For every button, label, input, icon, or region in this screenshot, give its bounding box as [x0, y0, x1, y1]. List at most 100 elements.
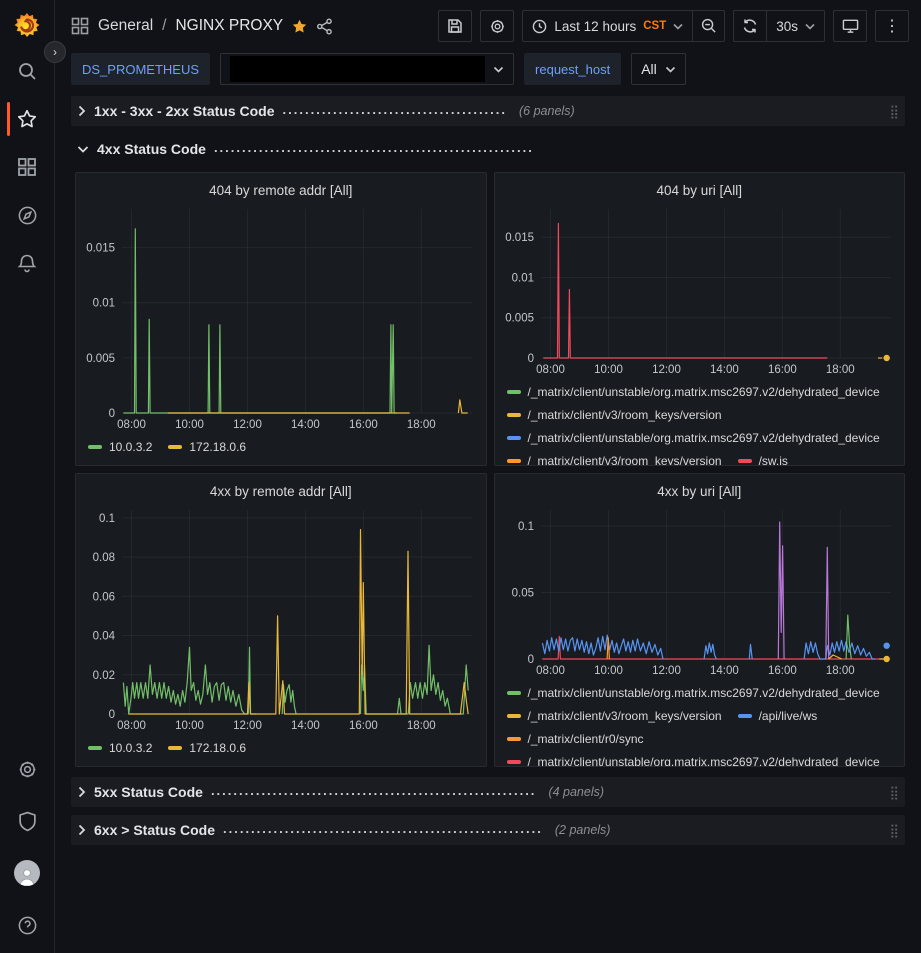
legend-item[interactable]: 172.18.0.6 [168, 437, 246, 457]
variable-label-request-host: request_host [524, 53, 621, 85]
sidebar-item-starred[interactable] [0, 95, 55, 143]
favorite-star-button[interactable] [291, 18, 308, 35]
timezone-label: CST [643, 20, 666, 32]
timeseries-plot[interactable]: 08:0010:0012:0014:0016:0018:0000.0050.01… [76, 201, 486, 434]
svg-text:0.06: 0.06 [93, 591, 115, 603]
search-icon [17, 61, 38, 82]
svg-text:0.05: 0.05 [511, 587, 533, 599]
svg-text:0.1: 0.1 [99, 513, 115, 525]
svg-text:0: 0 [109, 408, 115, 420]
row-6xx[interactable]: 6xx > Status Code ......................… [71, 815, 905, 845]
chevron-right-icon [77, 105, 86, 117]
sidebar-item-search[interactable] [0, 47, 55, 95]
row-drag-handle[interactable]: ⣿ [889, 786, 899, 799]
row-5xx[interactable]: 5xx Status Code ........................… [71, 777, 905, 807]
refresh-button[interactable] [734, 11, 766, 41]
svg-text:16:00: 16:00 [767, 364, 796, 376]
breadcrumb-section[interactable]: General [98, 17, 153, 35]
sidebar-item-configuration[interactable] [0, 745, 55, 793]
row-panel-count: (6 panels) [519, 104, 575, 118]
more-options-button[interactable]: ⋮ [876, 11, 908, 41]
time-range-label: Last 12 hours [554, 19, 636, 34]
dashboards-icon [17, 157, 37, 177]
star-icon [16, 108, 38, 130]
variable-select-request-host[interactable]: All [631, 53, 686, 85]
legend-swatch [88, 445, 102, 449]
legend-label: /_matrix/client/r0/sync [528, 729, 644, 749]
legend-swatch [507, 691, 521, 695]
legend-label: /_matrix/client/v3/room_keys/version [528, 405, 722, 425]
timeseries-plot[interactable]: 08:0010:0012:0014:0016:0018:0000.020.040… [76, 502, 486, 735]
legend-swatch [507, 390, 521, 394]
sidebar-item-dashboards[interactable] [0, 143, 55, 191]
legend-item[interactable]: 10.0.3.2 [88, 738, 152, 758]
row-4xx[interactable]: 4xx Status Code ........................… [71, 134, 905, 164]
legend-item[interactable]: /_matrix/client/unstable/org.matrix.msc2… [507, 683, 880, 703]
compass-icon [17, 205, 38, 226]
legend-item[interactable]: /_matrix/client/unstable/org.matrix.msc2… [507, 428, 880, 448]
panel-title[interactable]: 404 by uri [All] [495, 173, 905, 201]
legend-swatch [507, 714, 521, 718]
panel-legend: 10.0.3.2 172.18.0.6 [76, 735, 486, 766]
grafana-logo[interactable] [12, 11, 42, 41]
breadcrumb-divider: / [162, 17, 166, 35]
bell-icon [17, 253, 37, 274]
avatar [14, 860, 40, 886]
legend-item[interactable]: /sw.js [738, 451, 788, 466]
gear-icon [489, 18, 506, 35]
legend-label: /_matrix/client/unstable/org.matrix.msc2… [528, 683, 880, 703]
legend-item[interactable]: /_matrix/client/unstable/org.matrix.msc2… [507, 382, 880, 402]
panel-title[interactable]: 404 by remote addr [All] [76, 173, 486, 201]
svg-text:0.005: 0.005 [505, 313, 534, 325]
sidebar-item-alerting[interactable] [0, 239, 55, 287]
legend-item[interactable]: /api/live/ws [738, 706, 818, 726]
legend-item[interactable]: 10.0.3.2 [88, 437, 152, 457]
sidebar-item-explore[interactable] [0, 191, 55, 239]
svg-text:12:00: 12:00 [233, 720, 262, 732]
legend-item[interactable]: /_matrix/client/r0/sync [507, 729, 644, 749]
save-group [438, 10, 472, 42]
panel-title[interactable]: 4xx by uri [All] [495, 474, 905, 502]
legend-item[interactable]: /_matrix/client/v3/room_keys/version [507, 451, 722, 466]
panel-4xx-by-remote-addr: 4xx by remote addr [All] 08:0010:0012:00… [75, 473, 487, 767]
refresh-interval-picker[interactable]: 30s [766, 11, 824, 41]
legend-swatch [88, 746, 102, 750]
svg-text:08:00: 08:00 [117, 419, 146, 431]
zoom-out-button[interactable] [692, 11, 724, 41]
sidebar-item-server-admin[interactable] [0, 797, 55, 845]
legend-item[interactable]: /_matrix/client/unstable/org.matrix.msc2… [507, 752, 880, 767]
variable-select-ds-prometheus[interactable] [220, 53, 514, 85]
svg-text:10:00: 10:00 [175, 720, 204, 732]
row-1xx-3xx-2xx[interactable]: 1xx - 3xx - 2xx Status Code ............… [71, 96, 905, 126]
svg-text:16:00: 16:00 [349, 720, 378, 732]
panel-legend: 10.0.3.2 172.18.0.6 [76, 434, 486, 465]
save-icon [447, 18, 463, 34]
settings-group [480, 10, 514, 42]
save-dashboard-button[interactable] [439, 11, 471, 41]
svg-text:14:00: 14:00 [710, 364, 739, 376]
svg-text:0.005: 0.005 [86, 353, 115, 365]
svg-text:08:00: 08:00 [536, 665, 565, 677]
share-button[interactable] [316, 18, 333, 35]
row-drag-handle[interactable]: ⣿ [889, 105, 899, 118]
dashboard-settings-button[interactable] [481, 11, 513, 41]
legend-item[interactable]: /_matrix/client/v3/room_keys/version [507, 405, 722, 425]
legend-swatch [507, 459, 521, 463]
panel-title[interactable]: 4xx by remote addr [All] [76, 474, 486, 502]
legend-item[interactable]: /_matrix/client/v3/room_keys/version [507, 706, 722, 726]
legend-item[interactable]: 172.18.0.6 [168, 738, 246, 758]
svg-text:0.1: 0.1 [518, 521, 534, 533]
timeseries-plot[interactable]: 08:0010:0012:0014:0016:0018:0000.050.1 [495, 502, 905, 680]
sidebar-item-help[interactable] [0, 901, 55, 949]
variable-value-request-host: All [641, 61, 657, 77]
svg-text:0: 0 [527, 654, 533, 666]
timeseries-plot[interactable]: 08:0010:0012:0014:0016:0018:0000.0050.01… [495, 201, 905, 379]
svg-text:08:00: 08:00 [536, 364, 565, 376]
sidebar-item-profile[interactable] [0, 849, 55, 897]
chevron-down-icon [493, 66, 504, 73]
svg-text:0.08: 0.08 [93, 552, 115, 564]
legend-swatch [168, 746, 182, 750]
cycle-view-mode-button[interactable] [834, 11, 866, 41]
row-drag-handle[interactable]: ⣿ [889, 824, 899, 837]
time-range-picker[interactable]: Last 12 hours CST [523, 11, 692, 41]
